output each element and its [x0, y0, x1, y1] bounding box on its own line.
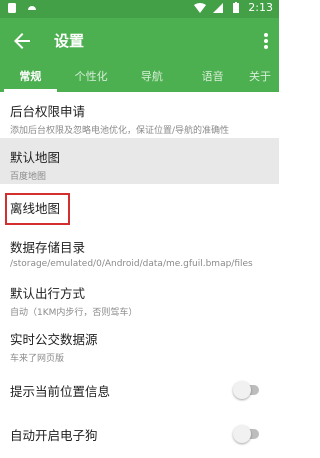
setting-subtitle: 车来了网页版 — [10, 354, 65, 364]
setting-title: 默认地图 — [10, 150, 61, 165]
show-location-toggle[interactable] — [233, 381, 261, 399]
tab-general[interactable]: 常规 — [0, 64, 61, 92]
tab-voice[interactable]: 语音 — [182, 64, 243, 92]
wifi-icon — [194, 2, 207, 13]
page-title: 设置 — [54, 32, 85, 50]
status-time: 2:13 — [248, 1, 273, 14]
setting-background-permission[interactable]: 后台权限申请 添加后台权限及忽略电池优化，保证位置/导航的准确性 — [0, 92, 279, 138]
setting-auto-dog[interactable]: 自动开启电子狗 — [0, 412, 279, 456]
setting-subtitle: 添加后台权限及忽略电池优化，保证位置/导航的准确性 — [10, 126, 230, 136]
toggle-knob — [233, 425, 251, 443]
highlight-callout-box — [5, 193, 70, 225]
settings-list: 后台权限申请 添加后台权限及忽略电池优化，保证位置/导航的准确性 默认地图 百度… — [0, 92, 279, 456]
settings-tabs: 常规 个性化 导航 语音 关于 — [0, 64, 279, 92]
setting-bus-source[interactable]: 实时公交数据源 车来了网页版 — [0, 322, 279, 368]
setting-data-storage[interactable]: 数据存储目录 /storage/emulated/0/Android/data/… — [0, 229, 279, 276]
tab-navigation[interactable]: 导航 — [122, 64, 183, 92]
toggle-knob — [233, 381, 251, 399]
status-bar: 2:13 — [0, 0, 279, 18]
app-toolbar: 设置 — [0, 18, 279, 64]
auto-dog-toggle[interactable] — [233, 425, 261, 443]
setting-title: 数据存储目录 — [10, 240, 86, 255]
setting-subtitle: 百度地图 — [10, 172, 47, 182]
setting-subtitle: 自动（1KM内步行，否则驾车） — [10, 308, 138, 318]
tab-personalization[interactable]: 个性化 — [61, 64, 122, 92]
setting-default-map[interactable]: 默认地图 百度地图 — [0, 138, 279, 184]
battery-icon — [233, 1, 240, 13]
app-notification-icon — [8, 3, 16, 13]
back-arrow-icon[interactable] — [10, 29, 34, 53]
setting-default-travel[interactable]: 默认出行方式 自动（1KM内步行，否则驾车） — [0, 276, 279, 322]
setting-subtitle: /storage/emulated/0/Android/data/me.gfui… — [10, 259, 253, 269]
more-options-icon[interactable] — [259, 29, 273, 53]
setting-title: 实时公交数据源 — [10, 332, 98, 347]
android-icon — [28, 6, 36, 10]
setting-show-location[interactable]: 提示当前位置信息 — [0, 368, 279, 412]
setting-title: 后台权限申请 — [10, 104, 86, 119]
signal-icon — [213, 2, 224, 13]
setting-title: 默认出行方式 — [10, 286, 86, 301]
tab-about[interactable]: 关于 — [243, 64, 279, 92]
